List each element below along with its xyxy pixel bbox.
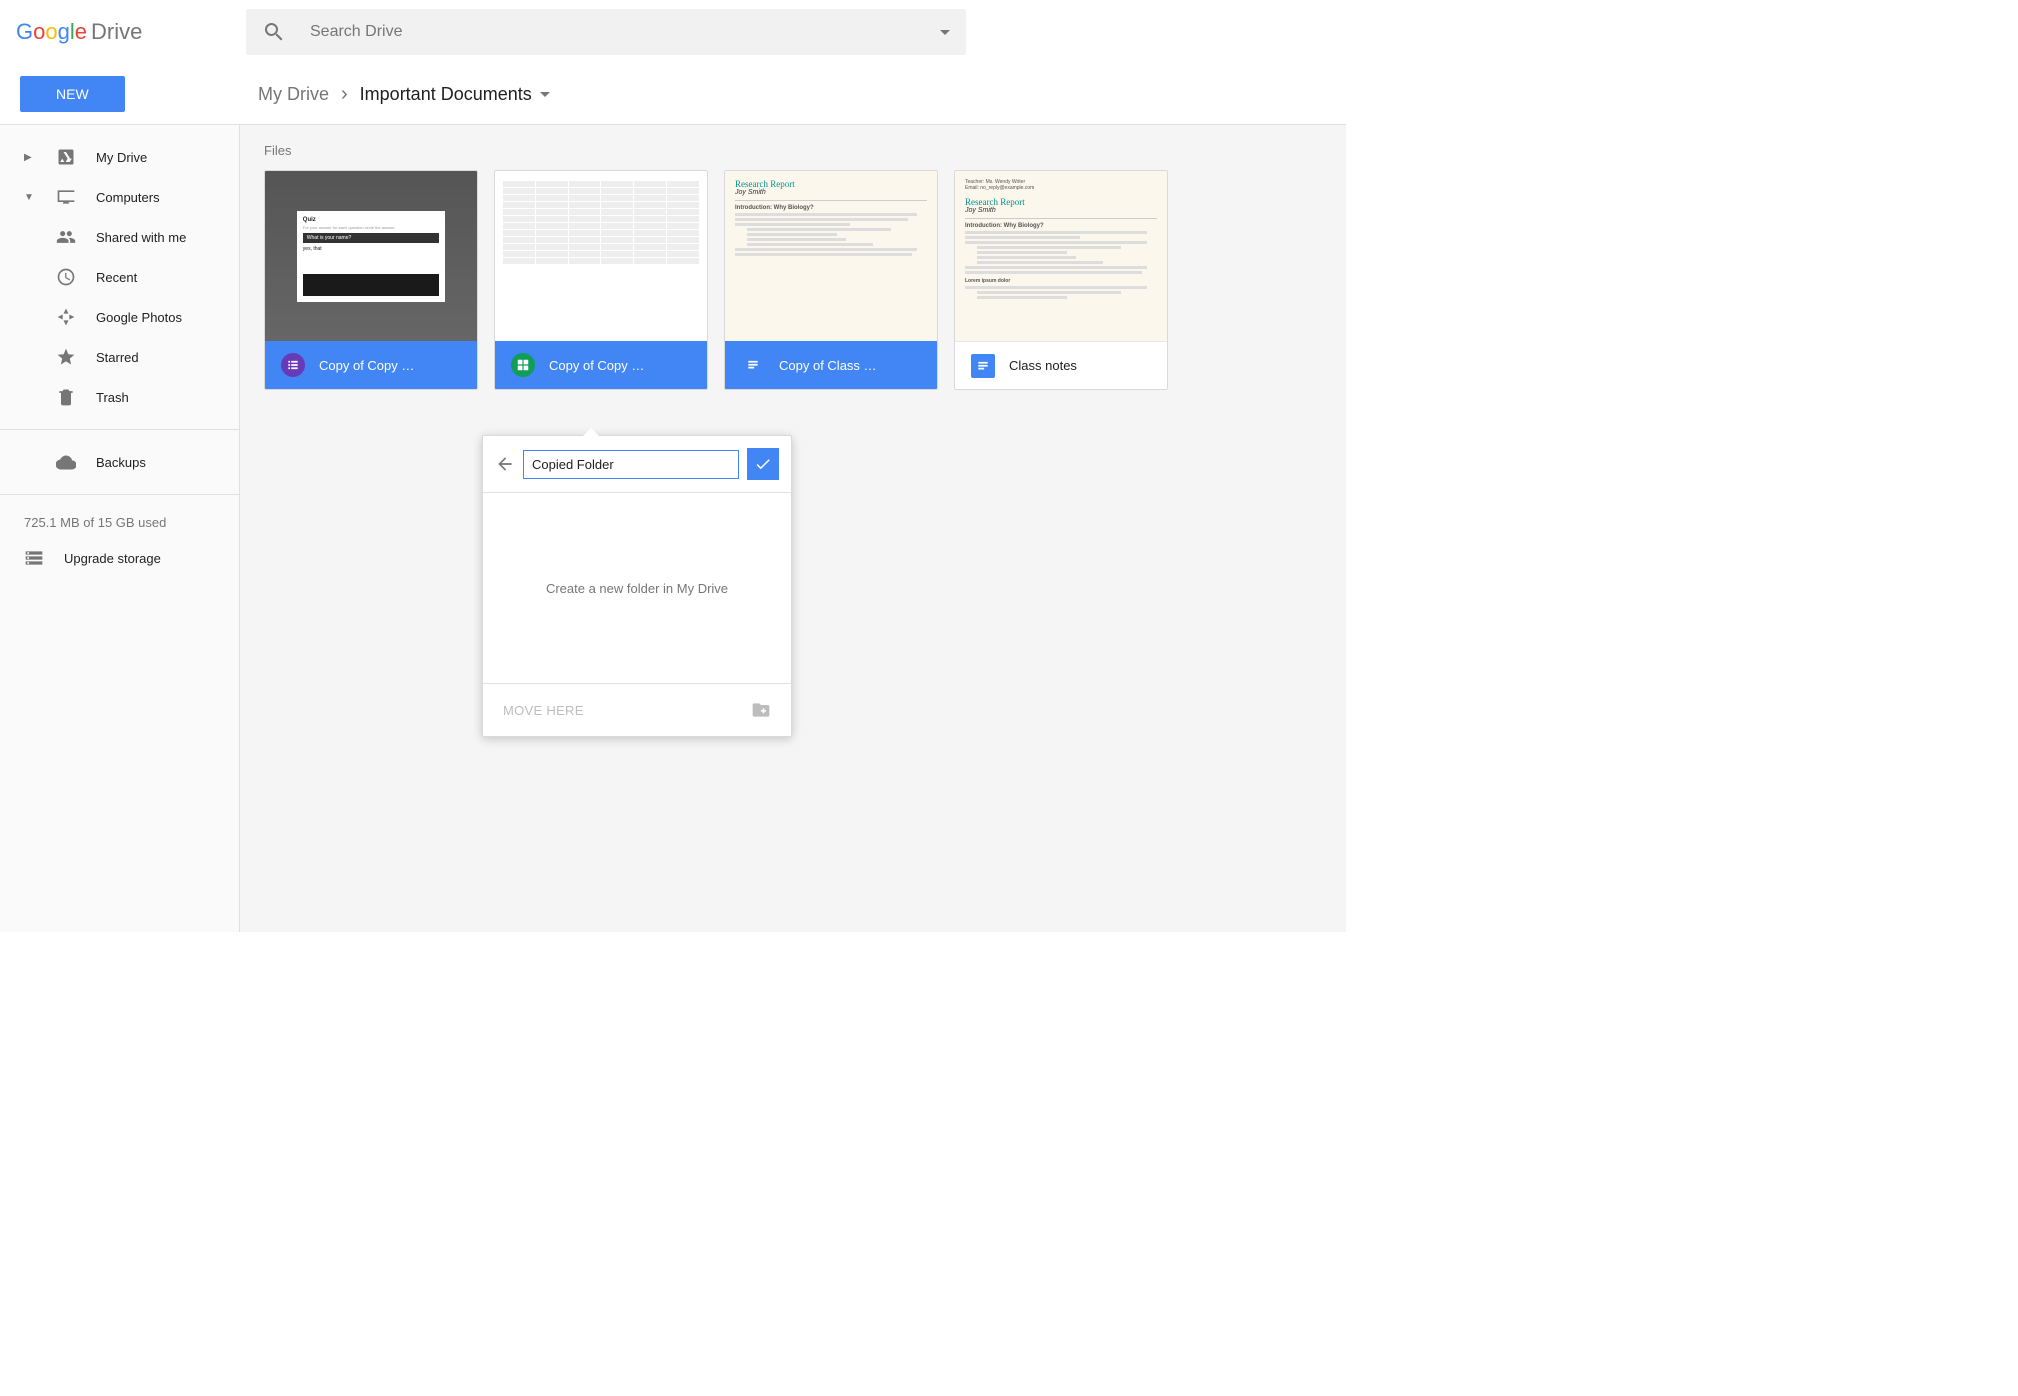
- sidebar-item-label: Google Photos: [96, 310, 182, 325]
- confirm-folder-button[interactable]: [747, 448, 779, 480]
- file-card[interactable]: Copy of Copy …: [494, 170, 708, 390]
- file-name: Class notes: [1009, 358, 1077, 373]
- search-icon: [262, 20, 286, 44]
- section-label-files: Files: [264, 143, 1322, 158]
- breadcrumb-current[interactable]: Important Documents: [360, 84, 550, 105]
- file-thumbnail: Research Report Joy Smith Introduction: …: [725, 171, 937, 341]
- drive-word: Drive: [91, 19, 142, 45]
- subheader: NEW My Drive › Important Documents: [0, 64, 1346, 125]
- search-options-dropdown-icon[interactable]: [940, 30, 950, 35]
- storage-usage-text: 725.1 MB of 15 GB used: [0, 507, 239, 538]
- move-to-dialog: Create a new folder in My Drive MOVE HER…: [482, 435, 792, 737]
- sidebar-item-trash[interactable]: Trash: [0, 377, 239, 417]
- new-folder-icon[interactable]: [751, 700, 771, 720]
- breadcrumb: My Drive › Important Documents: [240, 64, 1346, 124]
- check-icon: [754, 455, 772, 473]
- trash-icon: [56, 387, 76, 407]
- app-header: Google Drive: [0, 0, 1346, 64]
- chevron-right-icon: ›: [341, 83, 348, 106]
- breadcrumb-root[interactable]: My Drive: [258, 84, 329, 105]
- forms-icon: [281, 353, 305, 377]
- cloud-icon: [56, 452, 76, 472]
- people-icon: [56, 227, 76, 247]
- sidebar-item-photos[interactable]: Google Photos: [0, 297, 239, 337]
- sidebar-item-label: Recent: [96, 270, 137, 285]
- computers-icon: [56, 187, 76, 207]
- sidebar-item-computers[interactable]: ▼ Computers: [0, 177, 239, 217]
- dialog-empty-message: Create a new folder in My Drive: [483, 493, 791, 683]
- sidebar-item-label: My Drive: [96, 150, 147, 165]
- docs-icon: [971, 354, 995, 378]
- clock-icon: [56, 267, 76, 287]
- file-name: Copy of Copy …: [549, 358, 644, 373]
- file-thumbnail: [495, 171, 707, 341]
- sidebar-item-label: Starred: [96, 350, 139, 365]
- search-input[interactable]: [310, 23, 940, 41]
- star-icon: [56, 347, 76, 367]
- search-bar[interactable]: [246, 9, 966, 55]
- google-logo: Google: [16, 19, 87, 45]
- file-name: Copy of Copy …: [319, 358, 414, 373]
- docs-icon: [741, 353, 765, 377]
- sidebar-item-my-drive[interactable]: ▶ My Drive: [0, 137, 239, 177]
- file-thumbnail: Quiz For your answer for each question c…: [265, 171, 477, 341]
- sidebar-item-label: Trash: [96, 390, 129, 405]
- sidebar-item-starred[interactable]: Starred: [0, 337, 239, 377]
- new-button[interactable]: NEW: [20, 76, 125, 112]
- sidebar-item-label: Backups: [96, 455, 146, 470]
- sidebar-item-backups[interactable]: Backups: [0, 442, 239, 482]
- sidebar-item-shared[interactable]: Shared with me: [0, 217, 239, 257]
- logo[interactable]: Google Drive: [16, 19, 246, 45]
- expand-icon[interactable]: ▶: [24, 152, 34, 163]
- sidebar-item-label: Upgrade storage: [64, 551, 161, 566]
- sidebar: ▶ My Drive ▼ Computers Shared with me Re…: [0, 125, 240, 932]
- drive-icon: [56, 147, 76, 167]
- sidebar-item-recent[interactable]: Recent: [0, 257, 239, 297]
- file-thumbnail: Teacher: Ms. Wendy WriterEmail: no_reply…: [955, 171, 1167, 341]
- sheets-icon: [511, 353, 535, 377]
- file-card[interactable]: Quiz For your answer for each question c…: [264, 170, 478, 390]
- folder-name-input[interactable]: [523, 450, 739, 479]
- sidebar-item-label: Shared with me: [96, 230, 186, 245]
- file-card[interactable]: Teacher: Ms. Wendy WriterEmail: no_reply…: [954, 170, 1168, 390]
- move-here-button[interactable]: MOVE HERE: [503, 703, 584, 718]
- back-arrow-icon[interactable]: [495, 454, 515, 474]
- file-card[interactable]: Research Report Joy Smith Introduction: …: [724, 170, 938, 390]
- sidebar-item-label: Computers: [96, 190, 160, 205]
- breadcrumb-dropdown-icon: [540, 92, 550, 97]
- photos-icon: [56, 307, 76, 327]
- files-grid: Quiz For your answer for each question c…: [264, 170, 1322, 390]
- sidebar-item-upgrade[interactable]: Upgrade storage: [0, 538, 239, 578]
- collapse-icon[interactable]: ▼: [24, 192, 34, 203]
- file-name: Copy of Class …: [779, 358, 877, 373]
- main-content: Files Quiz For your answer for each ques…: [240, 125, 1346, 932]
- storage-icon: [24, 548, 44, 568]
